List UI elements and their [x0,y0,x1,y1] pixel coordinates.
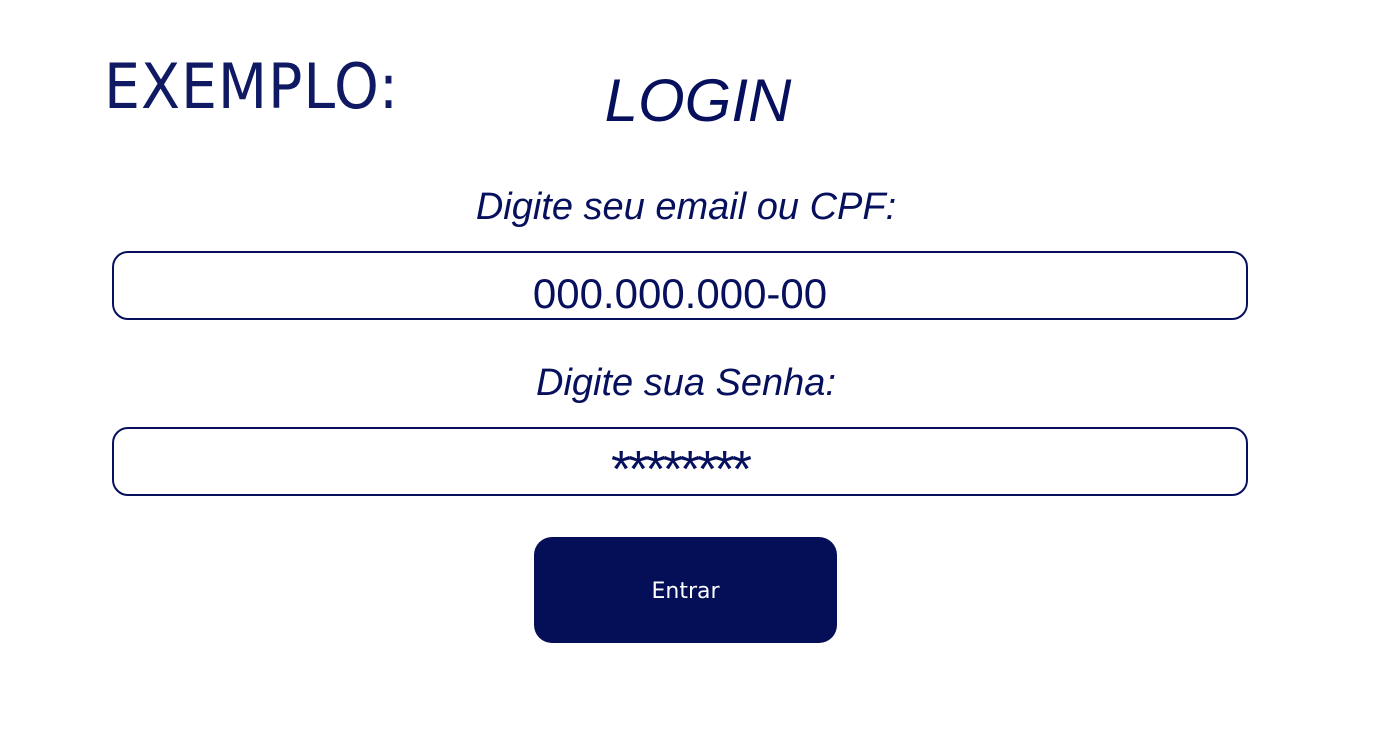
password-label: Digite sua Senha: [536,362,836,404]
password-value: ******** [611,440,752,499]
submit-button-label: Entrar [651,578,720,604]
email-cpf-value: 000.000.000-00 [532,269,828,317]
page-title: LOGIN [604,67,792,134]
email-cpf-field[interactable]: 000.000.000-00 [112,251,1248,320]
example-heading: EXEMPLO: [104,50,399,123]
password-field[interactable]: ******** [112,427,1248,499]
submit-button[interactable]: Entrar [534,537,837,643]
email-cpf-label: Digite seu email ou CPF: [475,186,897,228]
